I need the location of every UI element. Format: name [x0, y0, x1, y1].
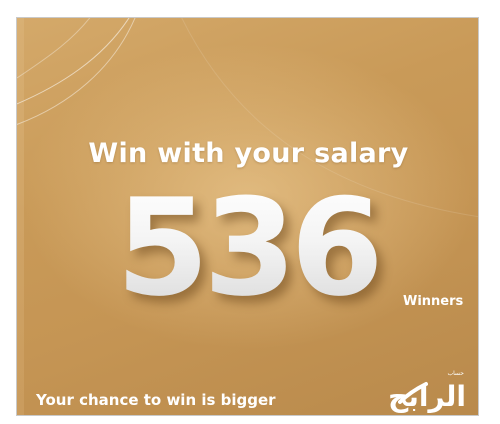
- decorative-curve-3: [17, 18, 91, 79]
- tagline: Your chance to win is bigger: [36, 391, 276, 409]
- promo-banner: Win with your salary 536 Winners Your ch…: [16, 17, 479, 416]
- side-strip: [17, 18, 24, 415]
- decorative-curve-1: [17, 18, 130, 105]
- winners-label: Winners: [403, 294, 464, 309]
- brand-logo: حساب الرابح: [388, 370, 466, 412]
- headline: Win with your salary: [88, 138, 409, 169]
- decorative-curve-2: [17, 18, 136, 125]
- winner-count: 536: [116, 178, 416, 318]
- logo-caption: حساب: [447, 370, 464, 377]
- logo-text: الرابح: [388, 380, 466, 413]
